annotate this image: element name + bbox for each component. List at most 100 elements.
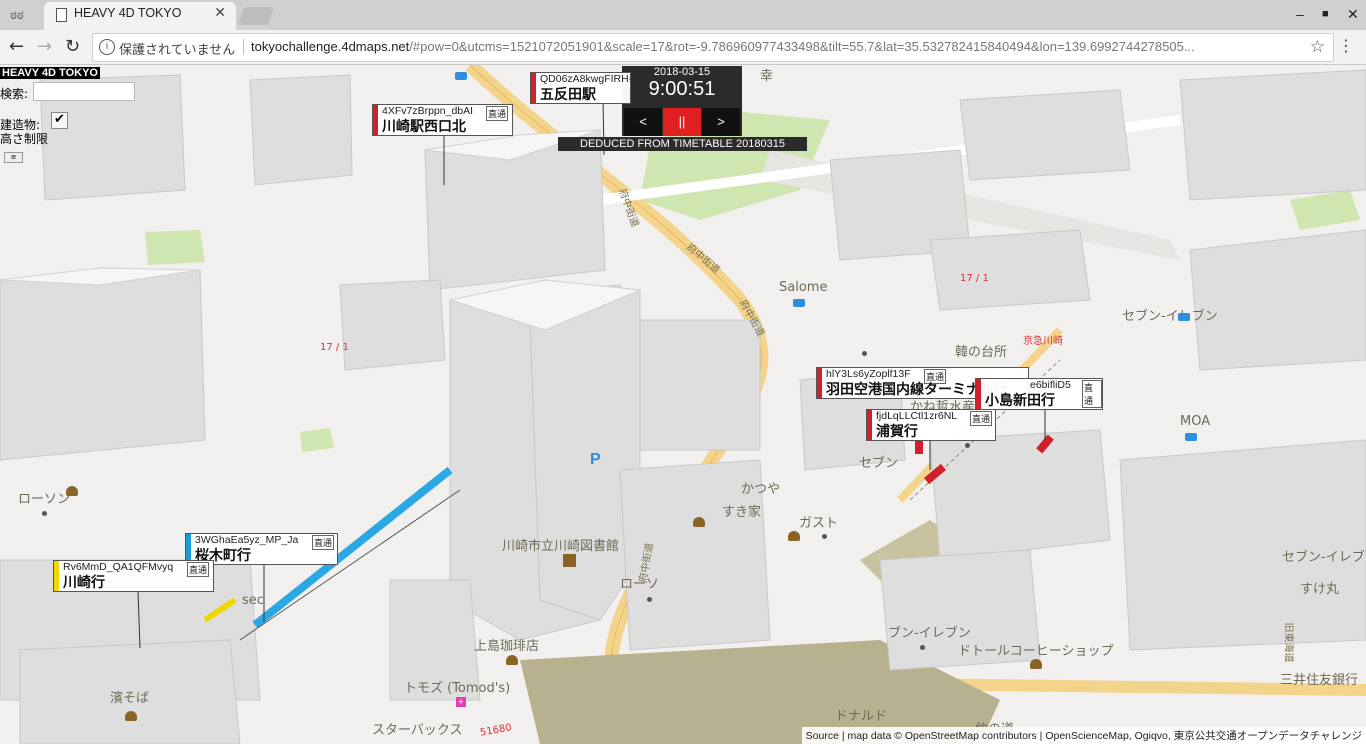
train-label[interactable]: QD06zA8kwgFIRH- 五反田駅 [530,72,632,104]
poi-moa: MOA [1180,414,1211,429]
cafe-icon [1030,659,1042,669]
library-icon [563,554,576,567]
map-attribution[interactable]: Source | map data © OpenStreetMap contri… [801,727,1366,744]
url-path: /#pow=0&utcms=1521072051901&scale=17&rot… [409,39,1195,54]
prev-button[interactable]: < [624,108,662,136]
search-label: 検索: [0,87,29,101]
line-color-bar [867,410,872,440]
browser-tab[interactable]: HEAVY 4D TOKYO ✕ [44,2,236,30]
search-input[interactable] [33,82,135,101]
maximize-icon[interactable]: ■ [1322,8,1329,20]
map-dot [920,645,925,650]
train-destination: 川崎行 [63,575,105,591]
train-label[interactable]: Rv6MmD_QA1QFMvyq 直通 川崎行 [53,560,214,592]
cafe-icon [506,655,518,665]
train-type-badge: 直通 [312,535,335,550]
poi-tomozu: トモズ (Tomod's) [404,681,511,696]
bookmark-star-icon[interactable]: ☆ [1310,37,1325,57]
omnibox-separator [243,39,244,55]
poi-salome: Salome [779,280,828,295]
train-type-badge: 直通 [486,106,509,121]
building-label-line2: 高さ制限 [0,132,49,146]
app-title: HEAVY 4D TOKYO [0,67,100,79]
street-label-5: 旧東海道 [1282,622,1294,663]
parking-icon: P [590,451,601,468]
clock-date: 2018-03-15 [653,66,711,78]
poi-sukiya: すき家 [722,505,762,520]
layer-toggle-button[interactable]: ≡ [4,152,23,163]
map-dot [822,534,827,539]
reload-icon[interactable]: ↻ [65,36,80,57]
menu-icon[interactable]: ⋮ [1338,36,1354,55]
browser-tab-strip: ಠಠ HEAVY 4D TOKYO ✕ – ■ ✕ [0,0,1366,30]
incognito-icon: ಠಠ [10,8,24,23]
building-height-label: 建造物: 高さ制限 [0,118,48,146]
tab-close-icon[interactable]: ✕ [214,5,226,21]
poi-katsuya: かつや [741,482,781,497]
line-color-bar [531,73,536,103]
map-base [0,65,1366,744]
poi-sec: sec [242,593,264,608]
train-type-badge: 直通 [1082,380,1102,408]
poi-saiwai: 幸 [760,69,774,84]
poi-gust: ガスト [799,516,839,531]
back-icon[interactable]: ← [9,36,24,57]
pharmacy-icon: + [456,697,466,707]
train-destination: 浦賀行 [876,424,918,440]
convenience-icon [66,486,78,496]
train-destination: 川崎駅西口北 [382,119,466,135]
map-dot [862,351,867,356]
line-color-bar [54,561,59,591]
window-close-icon[interactable]: ✕ [1347,6,1359,23]
poi-mcdonalds: ドナルド [835,709,888,724]
security-text: 保護されていません [119,43,236,58]
poi-library: 川崎市立川崎図書館 [502,539,620,554]
line-color-bar [976,379,981,409]
poi-seven-eleven: セブン-イレブン [1122,309,1218,324]
restaurant-icon [125,711,137,721]
clock-time: 9:00:51 [648,78,716,100]
info-icon[interactable]: i [99,39,115,55]
poi-hamasoba: 濱そば [110,691,150,706]
poi-ueshima: 上島珈琲店 [474,639,540,654]
timetable-source-banner: DEDUCED FROM TIMETABLE 20180315 [558,137,807,151]
next-button[interactable]: > [702,108,740,136]
building-label-line1: 建造物: [0,118,41,132]
new-tab-button[interactable] [237,7,275,25]
poi-lawson: ローソン [18,492,71,507]
tab-title: HEAVY 4D TOKYO [74,6,182,20]
train-label[interactable]: e6bifliD5 直通 小島新田行 [975,378,1103,410]
line-color-bar [817,368,822,398]
train-label[interactable]: fjdLqLLCtl1zr6NL 直通 浦賀行 [866,409,996,441]
url-text[interactable]: tokyochallenge.4dmaps.net/#pow=0&utcms=1… [251,39,1301,54]
line-color-bar [373,105,378,135]
poi-seven-s: セブン [859,456,899,471]
map-dot [647,597,652,602]
poi-doutor: ドトールコーヒーショップ [958,644,1114,659]
poi-kankoku: 韓の台所 [955,345,1008,360]
train-destination: 五反田駅 [540,87,596,103]
hotel-icon [1185,433,1197,441]
pause-button[interactable]: || [663,108,701,136]
red-label-3: 17 / 1 [960,273,989,284]
poi-mitsui: 三井住友銀行 [1280,673,1359,688]
poi-suketa: すけ丸 [1300,582,1340,597]
hotel-icon [793,299,805,307]
train-label[interactable]: 4XFv7zBrppn_dbAI 直通 川崎駅西口北 [372,104,513,136]
url-domain: tokyochallenge.4dmaps.net [251,39,410,54]
browser-toolbar: ← → ↻ i 保護されていません tokyochallenge.4dmaps.… [0,30,1366,65]
poi-starbucks: スターバックス [372,723,463,738]
map-view[interactable]: Salome セブン-イレブン 京急川崎 韓の台所 かね哲水産 MOA セブン-… [0,65,1366,744]
train-type-badge: 直通 [187,562,210,577]
hotel-icon [1178,313,1190,321]
forward-icon[interactable]: → [37,36,52,57]
poi-seven-eleven-3: ブン-イレブン [888,626,971,641]
address-bar[interactable]: i 保護されていません tokyochallenge.4dmaps.net/#p… [92,33,1334,62]
time-control-panel: 2018-03-15 9:00:51 < || > [622,66,742,136]
minimize-icon[interactable]: – [1296,6,1304,22]
poi-keikyu-kawasaki: 京急川崎 [1023,336,1063,347]
hotel-icon [455,72,467,80]
train-type-badge: 直通 [970,411,993,426]
building-height-checkbox[interactable]: ✔ [51,112,68,129]
train-destination: 小島新田行 [985,393,1055,409]
